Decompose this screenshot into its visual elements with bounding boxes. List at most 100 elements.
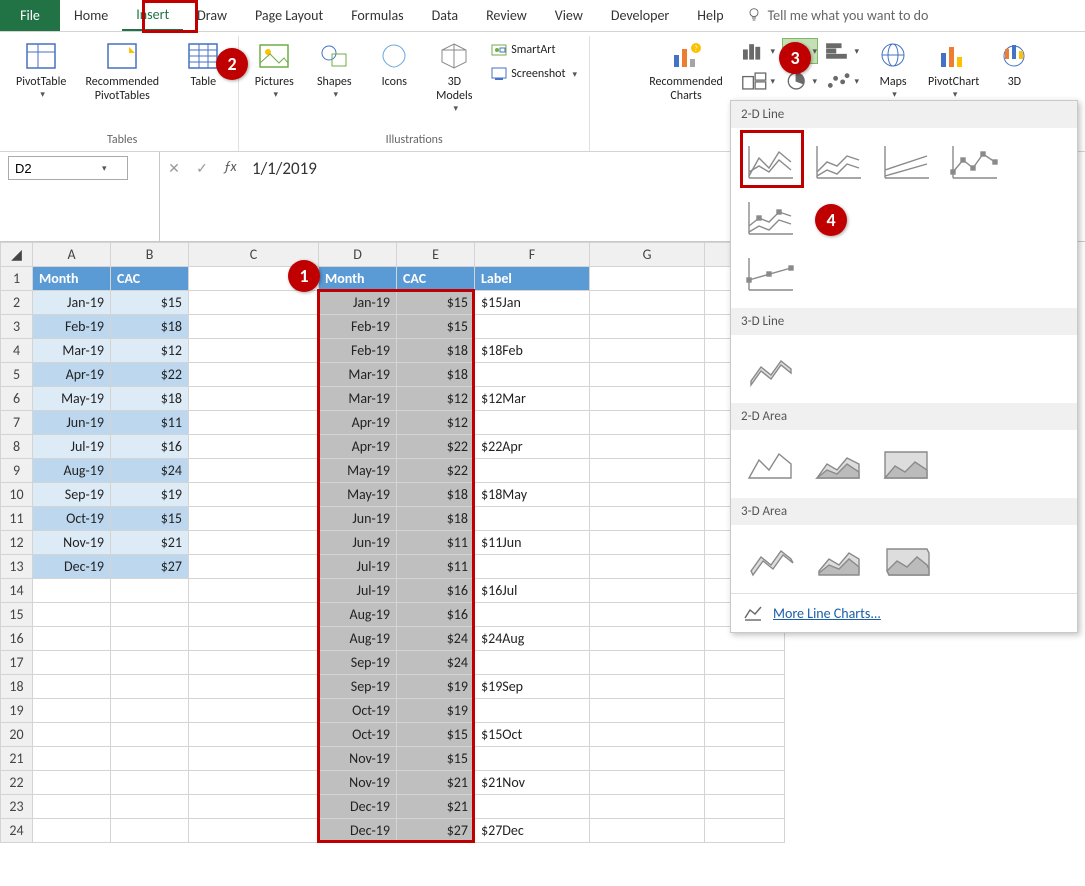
row-header[interactable]: 15 (1, 603, 33, 627)
cell[interactable] (189, 795, 319, 819)
maps-button[interactable]: Maps▾ (866, 36, 920, 100)
name-box-input[interactable] (15, 161, 95, 176)
cell[interactable] (590, 459, 705, 483)
cell[interactable] (111, 771, 189, 795)
row-header[interactable]: 22 (1, 771, 33, 795)
formula-accept-icon[interactable]: ✓ (188, 152, 216, 241)
chevron-down-icon[interactable]: ▾ (102, 163, 107, 174)
pivot-chart-button[interactable]: PivotChart▾ (926, 36, 981, 100)
cell[interactable] (705, 723, 785, 747)
cell[interactable]: $27 (397, 819, 475, 843)
cell[interactable]: Jan-19 (33, 291, 111, 315)
row-header[interactable]: 21 (1, 747, 33, 771)
cell[interactable]: Aug-19 (319, 627, 397, 651)
line-chart-markers[interactable] (947, 140, 1003, 184)
pictures-button[interactable]: Pictures▾ (247, 36, 301, 131)
cell[interactable]: $21Nov (475, 771, 590, 795)
cell[interactable] (189, 363, 319, 387)
cell[interactable] (189, 387, 319, 411)
line-chart-100stacked-markers[interactable] (743, 252, 799, 296)
cell[interactable]: $21 (397, 771, 475, 795)
cell[interactable] (705, 819, 785, 843)
cell[interactable] (189, 459, 319, 483)
cell[interactable] (590, 435, 705, 459)
cell[interactable] (33, 795, 111, 819)
recommended-charts-button[interactable]: ? Recommended Charts (638, 36, 734, 104)
area-chart-3d[interactable] (743, 537, 799, 581)
row-header[interactable]: 8 (1, 435, 33, 459)
cell[interactable]: Dec-19 (319, 795, 397, 819)
smartart-button[interactable]: SmartArt (487, 40, 581, 60)
cell[interactable] (33, 747, 111, 771)
area-chart-3d-stacked[interactable] (811, 537, 867, 581)
cell[interactable] (33, 627, 111, 651)
cell[interactable]: $21 (111, 531, 189, 555)
cell[interactable]: Aug-19 (319, 603, 397, 627)
cell[interactable]: May-19 (33, 387, 111, 411)
cell[interactable] (475, 315, 590, 339)
cell[interactable]: Month (33, 267, 111, 291)
cell[interactable] (475, 699, 590, 723)
cell[interactable] (189, 483, 319, 507)
cell[interactable]: Jun-19 (319, 531, 397, 555)
cell[interactable] (189, 315, 319, 339)
row-header[interactable]: 12 (1, 531, 33, 555)
cell[interactable] (590, 363, 705, 387)
cell[interactable] (189, 819, 319, 843)
cell[interactable] (705, 651, 785, 675)
cell[interactable]: Mar-19 (33, 339, 111, 363)
cell[interactable]: $12 (397, 387, 475, 411)
cell[interactable]: $15 (397, 723, 475, 747)
3d-models-button[interactable]: 3D Models▾ (427, 36, 481, 131)
row-header[interactable]: 10 (1, 483, 33, 507)
cell[interactable]: CAC (397, 267, 475, 291)
hierarchy-chart-dropdown[interactable]: ▾ (740, 68, 776, 94)
row-header[interactable]: 6 (1, 387, 33, 411)
cell[interactable]: Month (319, 267, 397, 291)
line-chart-stacked-markers[interactable] (743, 196, 799, 240)
formula-cancel-icon[interactable]: ✕ (160, 152, 188, 241)
tab-file[interactable]: File (0, 0, 60, 31)
cell[interactable]: $18 (397, 507, 475, 531)
cell[interactable] (111, 651, 189, 675)
cell[interactable]: $18 (397, 483, 475, 507)
row-header[interactable]: 13 (1, 555, 33, 579)
cell[interactable] (590, 507, 705, 531)
tell-me-search[interactable]: Tell me what you want to do (746, 0, 929, 31)
cell[interactable] (590, 411, 705, 435)
cell[interactable]: $22 (397, 459, 475, 483)
tab-data[interactable]: Data (418, 0, 472, 31)
cell[interactable] (189, 747, 319, 771)
cell[interactable] (705, 747, 785, 771)
cell[interactable]: $27Dec (475, 819, 590, 843)
col-header-F[interactable]: F (475, 243, 590, 267)
cell[interactable]: $15 (397, 291, 475, 315)
row-header[interactable]: 16 (1, 627, 33, 651)
cell[interactable]: $27 (111, 555, 189, 579)
tab-help[interactable]: Help (683, 0, 737, 31)
cell[interactable]: $18 (111, 387, 189, 411)
cell[interactable]: $18Feb (475, 339, 590, 363)
cell[interactable]: Aug-19 (33, 459, 111, 483)
cell[interactable] (590, 723, 705, 747)
cell[interactable] (475, 747, 590, 771)
cell[interactable] (111, 699, 189, 723)
scatter-chart-dropdown[interactable]: ▾ (824, 68, 860, 94)
bar-chart-dropdown[interactable]: ▾ (824, 38, 860, 64)
cell[interactable] (33, 723, 111, 747)
cell[interactable]: $19Sep (475, 675, 590, 699)
tab-home[interactable]: Home (60, 0, 122, 31)
cell[interactable] (705, 699, 785, 723)
tab-view[interactable]: View (541, 0, 597, 31)
cell[interactable]: CAC (111, 267, 189, 291)
row-header[interactable]: 1 (1, 267, 33, 291)
cell[interactable] (189, 507, 319, 531)
cell[interactable]: Jul-19 (33, 435, 111, 459)
cell[interactable]: $15 (397, 315, 475, 339)
cell[interactable]: $24 (111, 459, 189, 483)
cell[interactable] (189, 699, 319, 723)
cell[interactable] (705, 795, 785, 819)
cell[interactable] (111, 819, 189, 843)
cell[interactable]: Dec-19 (33, 555, 111, 579)
cell[interactable]: Apr-19 (319, 435, 397, 459)
